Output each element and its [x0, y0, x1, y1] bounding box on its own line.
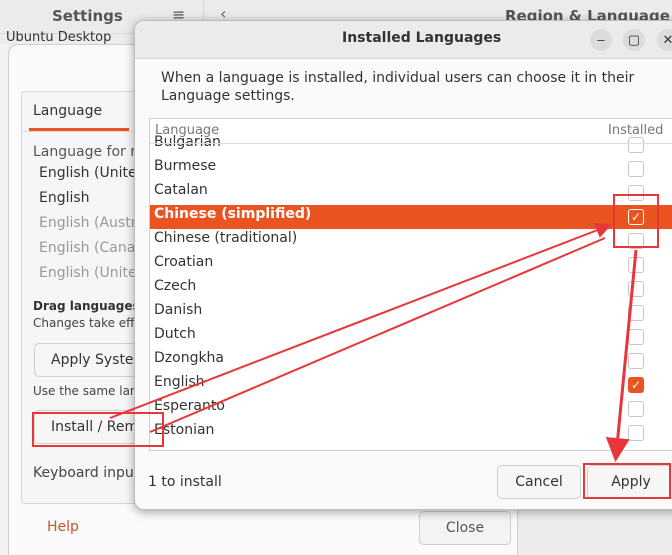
language-row[interactable]: Dzongkha — [150, 349, 672, 373]
language-name: Danish — [154, 302, 203, 318]
language-name: Estonian — [154, 422, 215, 438]
installed-checkbox[interactable] — [628, 401, 644, 417]
settings-sidebar-strip — [0, 44, 8, 555]
installed-checkbox[interactable] — [628, 425, 644, 441]
dialog-title: Installed Languages — [342, 30, 502, 46]
cancel-button[interactable]: Cancel — [497, 465, 581, 499]
installed-checkbox[interactable] — [628, 281, 644, 297]
language-row[interactable]: Chinese (traditional) — [150, 229, 672, 253]
language-row[interactable]: Dutch — [150, 325, 672, 349]
language-name: Dutch — [154, 326, 196, 342]
installed-checkbox[interactable] — [628, 161, 644, 177]
installed-checkbox[interactable] — [628, 257, 644, 273]
column-header-installed: Installed — [608, 123, 664, 138]
language-row[interactable]: Estonian — [150, 421, 672, 445]
language-name: Dzongkha — [154, 350, 225, 366]
installed-checkbox[interactable] — [628, 137, 644, 153]
language-row[interactable]: Bulgarian — [150, 133, 672, 157]
tab-active-indicator — [29, 128, 129, 131]
language-row[interactable]: Danish — [150, 301, 672, 325]
installed-checkbox[interactable]: ✓ — [628, 209, 644, 225]
language-name: Croatian — [154, 254, 214, 270]
language-name: Czech — [154, 278, 197, 294]
installed-checkbox[interactable] — [628, 233, 644, 249]
language-list-item[interactable]: English — [39, 190, 90, 206]
table-header-divider — [150, 143, 672, 144]
language-row[interactable]: Esperanto — [150, 397, 672, 421]
language-name: Chinese (traditional) — [154, 230, 298, 246]
ubuntu-desktop-label: Ubuntu Desktop — [6, 30, 112, 45]
settings-title: Settings — [52, 7, 123, 25]
maximize-icon[interactable]: ▢ — [623, 29, 645, 51]
installed-checkbox[interactable] — [628, 305, 644, 321]
language-name: Chinese (simplified) — [154, 206, 312, 222]
close-icon[interactable]: ✕ — [657, 29, 672, 51]
language-row[interactable]: Czech — [150, 277, 672, 301]
language-row[interactable]: Catalan — [150, 181, 672, 205]
installed-checkbox[interactable] — [628, 329, 644, 345]
language-row[interactable]: Burmese — [150, 157, 672, 181]
language-row[interactable]: Croatian — [150, 253, 672, 277]
installed-checkbox[interactable] — [628, 353, 644, 369]
apply-button[interactable]: Apply — [587, 465, 672, 499]
dialog-description: When a language is installed, individual… — [161, 70, 635, 104]
language-table: Bulgarian Burmese Catalan Chinese (simplifi… — [149, 118, 672, 451]
language-row[interactable]: English ✓ — [150, 373, 672, 397]
close-button[interactable]: Close — [419, 511, 511, 545]
language-name: Burmese — [154, 158, 217, 174]
language-row[interactable]: Chinese (simplified) ✓ — [150, 205, 672, 229]
language-name: Catalan — [154, 182, 208, 198]
language-name: Esperanto — [154, 398, 225, 414]
dialog-titlebar: Installed Languages – ▢ ✕ — [135, 21, 672, 59]
installed-languages-dialog: Installed Languages – ▢ ✕ When a languag… — [134, 20, 672, 510]
language-name: English — [154, 374, 205, 390]
column-header-language: Language — [155, 123, 220, 138]
installed-checkbox[interactable] — [628, 185, 644, 201]
help-button[interactable]: Help — [47, 519, 79, 535]
installed-checkbox[interactable]: ✓ — [628, 377, 644, 393]
minimize-icon[interactable]: – — [590, 29, 612, 51]
install-count-status: 1 to install — [148, 474, 222, 490]
tab-language[interactable]: Language — [33, 103, 102, 119]
